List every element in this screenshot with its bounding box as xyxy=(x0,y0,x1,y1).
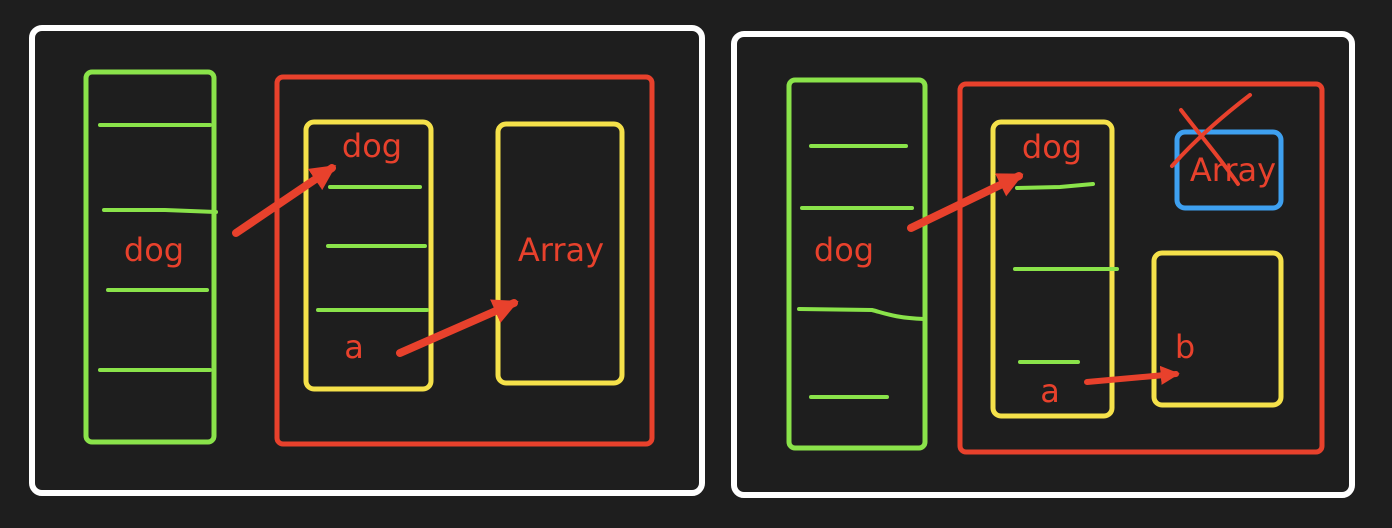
reference-arrow xyxy=(1084,365,1180,385)
array-label: Array xyxy=(518,231,604,269)
panel-before: dog dog a Array xyxy=(29,25,705,496)
stack-column: dog xyxy=(786,77,928,451)
dog-object-label: dog xyxy=(1022,128,1082,166)
stack-divider xyxy=(102,208,218,214)
panel-after: dog dog a Array b xyxy=(731,31,1355,498)
heap-region: dog a Array xyxy=(274,74,655,447)
stack-column: dog xyxy=(83,69,218,445)
discarded-array-label: Array xyxy=(1190,151,1276,189)
new-object: b xyxy=(1151,250,1284,408)
discarded-array: Array xyxy=(1170,93,1284,211)
stack-label: dog xyxy=(814,231,874,269)
stack-divider xyxy=(797,307,926,321)
new-object-frame xyxy=(1151,250,1284,408)
stack-label: dog xyxy=(124,231,184,269)
array-object: Array xyxy=(495,121,625,386)
new-object-label: b xyxy=(1175,328,1195,366)
reference-arrow xyxy=(232,164,337,237)
object-divider xyxy=(1015,182,1095,190)
heap-region: dog a Array b xyxy=(957,81,1325,455)
dog-object: dog a xyxy=(990,119,1119,419)
memory-diagram: dog dog a Array dog dog a Array b xyxy=(29,25,1355,498)
variable-label: a xyxy=(344,328,364,366)
dog-object-label: dog xyxy=(342,127,402,165)
variable-label: a xyxy=(1040,372,1060,410)
